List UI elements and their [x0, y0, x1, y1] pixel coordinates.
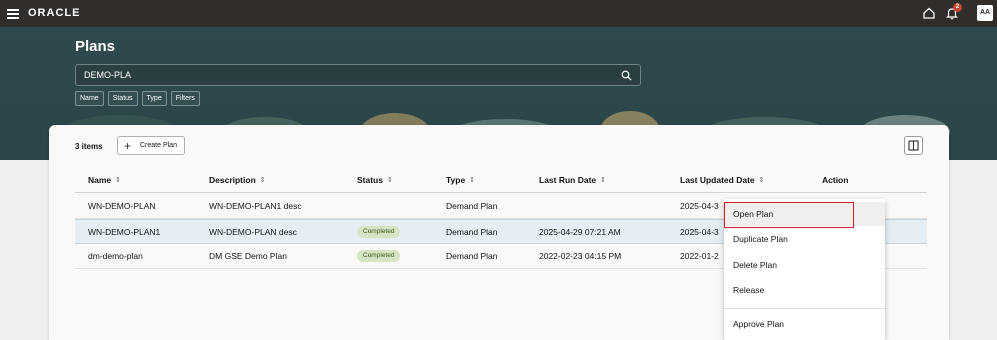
oracle-logo[interactable]: ORACLE: [28, 7, 80, 19]
column-header-name[interactable]: Name ⇕: [88, 175, 121, 185]
filter-chips: Name Status Type Filters: [75, 91, 200, 106]
sort-icon: ⇕: [259, 177, 266, 184]
status-badge: Completed: [357, 226, 401, 238]
home-icon[interactable]: [922, 6, 936, 20]
column-header-last-updated-date[interactable]: Last Updated Date ⇕: [680, 175, 765, 185]
menu-item-delete-plan[interactable]: Delete Plan: [724, 253, 885, 277]
cell-last-updated: 2022-01-2: [680, 251, 719, 261]
cell-last-run: 2022-02-23 04:15 PM: [539, 251, 622, 261]
cell-description: WN-DEMO-PLAN desc: [209, 227, 297, 237]
column-header-description[interactable]: Description ⇕: [209, 175, 266, 185]
cell-last-run: 2025-04-29 07:21 AM: [539, 227, 621, 237]
cell-last-updated: 2025-04-3: [680, 227, 719, 237]
panel-toggle-button[interactable]: [904, 136, 923, 155]
column-header-type[interactable]: Type ⇕: [446, 175, 475, 185]
cell-name: dm-demo-plan: [88, 251, 143, 261]
column-label: Last Run Date: [539, 175, 597, 185]
highlight-box: [724, 202, 854, 228]
cell-name: WN-DEMO-PLAN1: [88, 227, 161, 237]
page-title: Plans: [75, 38, 116, 55]
search-value: DEMO-PLA: [84, 70, 132, 80]
column-label: Action: [822, 175, 849, 185]
status-badge: Completed: [357, 250, 401, 262]
column-label: Last Updated Date: [680, 175, 755, 185]
filter-chip-type[interactable]: Type: [141, 91, 167, 106]
create-plan-label: Create Plan: [140, 142, 177, 149]
column-header-status[interactable]: Status ⇕: [357, 175, 393, 185]
cell-last-updated: 2025-04-3: [680, 201, 719, 211]
global-header: ORACLE 2 AA: [0, 0, 997, 27]
items-count: 3 items: [75, 142, 103, 151]
column-header-last-run-date[interactable]: Last Run Date ⇕: [539, 175, 606, 185]
notification-badge: 2: [953, 3, 962, 12]
menu-item-release[interactable]: Release: [724, 278, 885, 302]
sort-icon: ⇕: [600, 177, 607, 184]
action-menu: Open Plan Duplicate Plan Delete Plan Rel…: [724, 199, 885, 340]
search-icon[interactable]: [621, 70, 632, 81]
plus-icon: +: [124, 139, 132, 153]
sort-icon: ⇕: [758, 177, 765, 184]
filter-chip-filters[interactable]: Filters: [170, 91, 200, 106]
column-label: Description: [209, 175, 256, 185]
cell-type: Demand Plan: [446, 227, 498, 237]
header-divider: [75, 192, 927, 193]
filter-chip-status[interactable]: Status: [107, 91, 138, 106]
column-header-action: Action: [822, 175, 848, 185]
cell-type: Demand Plan: [446, 201, 498, 211]
search-input[interactable]: DEMO-PLA: [75, 64, 641, 86]
column-label: Name: [88, 175, 112, 185]
column-label: Type: [446, 175, 466, 185]
cell-type: Demand Plan: [446, 251, 498, 261]
sort-icon: ⇕: [469, 177, 476, 184]
menu-divider: [724, 308, 885, 309]
sort-icon: ⇕: [386, 177, 393, 184]
menu-item-approve-plan[interactable]: Approve Plan: [724, 312, 885, 336]
sort-icon: ⇕: [115, 177, 122, 184]
create-plan-button[interactable]: + Create Plan: [117, 136, 185, 155]
avatar[interactable]: AA: [977, 5, 993, 21]
menu-icon[interactable]: [7, 9, 19, 19]
cell-description: WN-DEMO-PLAN1 desc: [209, 201, 302, 211]
split-view-icon: [908, 140, 919, 151]
filter-chip-name[interactable]: Name: [75, 91, 104, 106]
cell-description: DM GSE Demo Plan: [209, 251, 287, 261]
cell-name: WN-DEMO-PLAN: [88, 201, 156, 211]
menu-item-duplicate-plan[interactable]: Duplicate Plan: [724, 227, 885, 251]
column-label: Status: [357, 175, 383, 185]
